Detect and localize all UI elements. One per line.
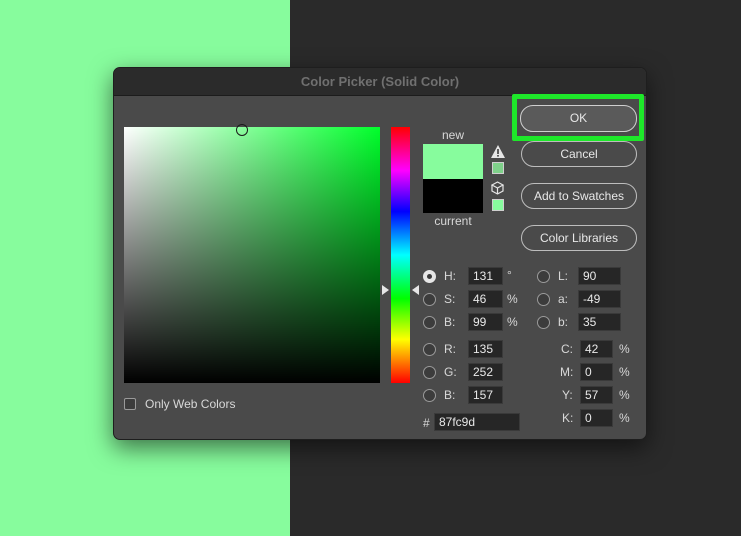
lab-b-field[interactable]: 35 (578, 313, 621, 331)
color-picker-dialog: Color Picker (Solid Color) new current O… (113, 67, 647, 440)
hue-slider[interactable] (391, 127, 410, 383)
red-label: R: (444, 342, 456, 356)
lab-l-radio[interactable] (537, 270, 550, 283)
cyan-field[interactable]: 42 (580, 340, 613, 358)
magenta-field[interactable]: 0 (580, 363, 613, 381)
web-safe-swatch[interactable] (492, 199, 504, 211)
lab-a-radio[interactable] (537, 293, 550, 306)
lab-a-field[interactable]: -49 (578, 290, 621, 308)
ok-button[interactable]: OK (520, 105, 637, 132)
add-to-swatches-button[interactable]: Add to Swatches (521, 183, 637, 209)
only-web-colors-label: Only Web Colors (145, 397, 236, 411)
yellow-field[interactable]: 57 (580, 386, 613, 404)
hue-unit: ° (507, 268, 512, 282)
hue-radio[interactable] (423, 270, 436, 283)
brightness-label: B: (444, 315, 456, 329)
hue-label: H: (444, 269, 456, 283)
brightness-unit: % (507, 315, 518, 329)
hue-field[interactable]: 131 (468, 267, 503, 285)
dialog-title: Color Picker (Solid Color) (114, 68, 646, 96)
warning-triangle-icon[interactable] (491, 145, 505, 158)
black-unit: % (619, 411, 630, 425)
saturation-radio[interactable] (423, 293, 436, 306)
hue-slider-handle-right[interactable] (412, 284, 419, 295)
saturation-label: S: (444, 292, 456, 306)
brightness-radio[interactable] (423, 316, 436, 329)
only-web-colors-checkbox[interactable] (124, 398, 136, 410)
cyan-label: C: (561, 342, 573, 356)
green-label: G: (444, 365, 457, 379)
hex-field[interactable]: 87fc9d (434, 413, 520, 431)
new-color-swatch (423, 144, 483, 179)
lab-a-label: a: (558, 292, 569, 306)
saturation-unit: % (507, 292, 518, 306)
cube-icon[interactable] (491, 181, 504, 195)
black-label: K: (562, 411, 574, 425)
hex-label: # (423, 416, 430, 430)
blue-field[interactable]: 157 (468, 386, 503, 404)
yellow-unit: % (619, 388, 630, 402)
gamut-warning-swatch[interactable] (492, 162, 504, 174)
saturation-field[interactable]: 46 (468, 290, 503, 308)
brightness-field[interactable]: 99 (468, 313, 503, 331)
current-color-swatch[interactable] (423, 179, 483, 213)
cancel-button[interactable]: Cancel (521, 141, 637, 167)
lab-b-label: b: (558, 315, 569, 329)
lab-l-label: L: (558, 269, 569, 283)
yellow-label: Y: (562, 388, 573, 402)
color-libraries-button[interactable]: Color Libraries (521, 225, 637, 251)
lab-l-field[interactable]: 90 (578, 267, 621, 285)
color-field[interactable] (124, 123, 380, 383)
blue-label: B: (444, 388, 456, 402)
lab-b-radio[interactable] (537, 316, 550, 329)
current-label: current (434, 214, 472, 228)
red-field[interactable]: 135 (468, 340, 503, 358)
hue-slider-handle-left[interactable] (382, 284, 389, 295)
black-field[interactable]: 0 (580, 409, 613, 427)
green-field[interactable]: 252 (468, 363, 503, 381)
green-radio[interactable] (423, 366, 436, 379)
blue-radio[interactable] (423, 389, 436, 402)
new-label: new (441, 128, 464, 142)
color-field-marker[interactable] (235, 123, 248, 136)
red-radio[interactable] (423, 343, 436, 356)
cyan-unit: % (619, 342, 630, 356)
magenta-unit: % (619, 365, 630, 379)
magenta-label: M: (560, 365, 574, 379)
